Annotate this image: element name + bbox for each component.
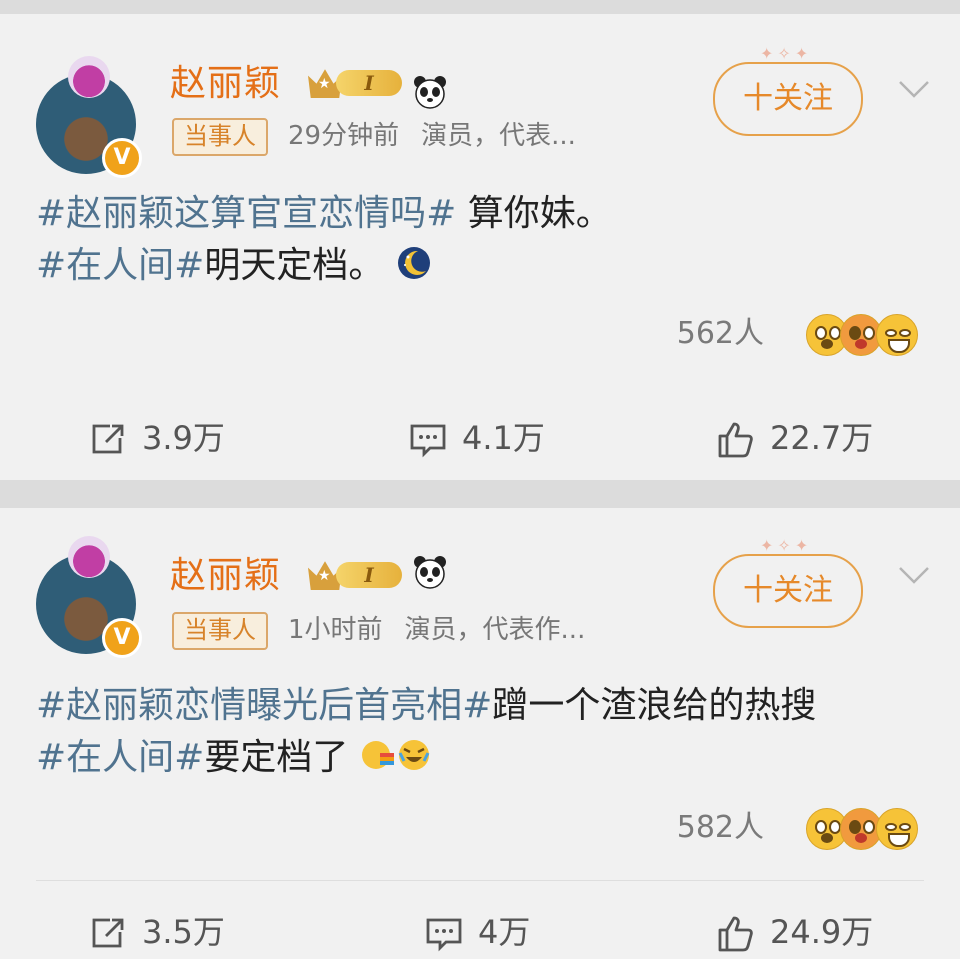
action-bar: 3.9万 4.1万 22.7万 (0, 412, 960, 464)
avatar[interactable]: V (36, 56, 142, 178)
like-count: 22.7万 (770, 419, 874, 457)
username[interactable]: 赵丽颖 (170, 64, 281, 104)
post-time: 1小时前 (288, 615, 383, 645)
content-line: #赵丽颖恋情曝光后首亮相#蹭一个渣浪给的热搜 (36, 680, 816, 732)
avatar-pendant-icon (68, 536, 110, 578)
laugh-cry-emoji-icon (398, 740, 430, 770)
vip-level-badge[interactable]: ★ I (308, 64, 402, 102)
content-line: #赵丽颖这算官宣恋情吗# 算你妹。 (36, 188, 612, 240)
share-count: 3.9万 (142, 419, 225, 457)
share-icon (92, 918, 124, 948)
like-count: 24.9万 (770, 913, 874, 951)
share-icon (92, 424, 124, 454)
topic-link[interactable]: #赵丽颖恋情曝光后首亮相# (36, 685, 492, 726)
chevron-down-icon[interactable] (896, 564, 932, 588)
follow-button[interactable]: 十关注 (713, 62, 863, 136)
panda-icon (414, 76, 446, 109)
reaction-summary[interactable]: 582人 (564, 808, 924, 850)
post-content: #赵丽颖恋情曝光后首亮相#蹭一个渣浪给的热搜 #在人间#要定档了 (36, 680, 816, 784)
comment-count: 4万 (478, 913, 531, 951)
topic-link[interactable]: #在人间# (36, 245, 204, 286)
chevron-down-icon[interactable] (896, 78, 932, 102)
avatar[interactable]: V (36, 536, 142, 658)
post-time: 29分钟前 (288, 121, 400, 151)
grin-face-icon (876, 808, 918, 850)
level-tag: I (336, 70, 402, 96)
action-bar: 3.5万 4万 24.9万 (0, 906, 960, 958)
follow-decoration-icon: ✦✧✦ (760, 536, 813, 555)
comment-count: 4.1万 (462, 419, 545, 457)
post-card: V 赵丽颖 ★ I 当事人 29分钟前 演员，代表... ✦✧✦ 十关注 #赵丽颖… (0, 14, 960, 480)
vip-level-badge[interactable]: ★ I (308, 556, 402, 594)
user-bio[interactable]: 演员，代表... (421, 121, 576, 151)
reaction-summary[interactable]: 562人 (564, 314, 924, 356)
like-icon (718, 422, 753, 458)
content-text: 明天定档。 (204, 245, 385, 286)
follow-decoration-icon: ✦✧✦ (760, 44, 813, 63)
role-tag: 当事人 (172, 612, 268, 650)
topic-link[interactable]: #赵丽颖这算官宣恋情吗# (36, 193, 456, 234)
comment-icon (426, 918, 462, 952)
star-icon: ★ (318, 76, 331, 92)
post-meta: 1小时前 演员，代表作... (288, 614, 585, 646)
user-bio[interactable]: 演员，代表作... (405, 615, 586, 645)
panda-icon (414, 556, 446, 589)
verified-v-icon: V (102, 138, 142, 178)
reaction-count: 582人 (676, 810, 764, 845)
post-content: #赵丽颖这算官宣恋情吗# 算你妹。 #在人间#明天定档。 (36, 188, 612, 292)
avatar-pendant-icon (68, 56, 110, 98)
moon-emoji-icon (397, 247, 430, 279)
divider (36, 880, 924, 881)
reaction-count: 562人 (676, 316, 764, 351)
topic-link[interactable]: #在人间# (36, 737, 204, 778)
comment-icon (410, 424, 446, 458)
post-card: V 赵丽颖 ★ I 当事人 1小时前 演员，代表作... ✦✧✦ 十关注 #赵丽颖… (0, 508, 960, 959)
like-icon (718, 916, 753, 952)
content-line: #在人间#要定档了 (36, 732, 816, 784)
grin-face-icon (876, 314, 918, 356)
content-text: 要定档了 (204, 737, 349, 778)
content-line: #在人间#明天定档。 (36, 240, 612, 292)
weibo-feed: V 赵丽颖 ★ I 当事人 29分钟前 演员，代表... ✦✧✦ 十关注 #赵丽颖… (0, 0, 960, 959)
role-tag: 当事人 (172, 118, 268, 156)
content-text: 蹭一个渣浪给的热搜 (492, 685, 817, 726)
content-text: 算你妹。 (456, 193, 612, 234)
follow-button[interactable]: 十关注 (713, 554, 863, 628)
level-tag: I (336, 562, 402, 588)
rainbow-puke-emoji-icon (361, 741, 394, 769)
verified-v-icon: V (102, 618, 142, 658)
star-icon: ★ (318, 568, 331, 584)
post-meta: 29分钟前 演员，代表... (288, 120, 576, 152)
username[interactable]: 赵丽颖 (170, 556, 281, 596)
share-count: 3.5万 (142, 913, 225, 951)
